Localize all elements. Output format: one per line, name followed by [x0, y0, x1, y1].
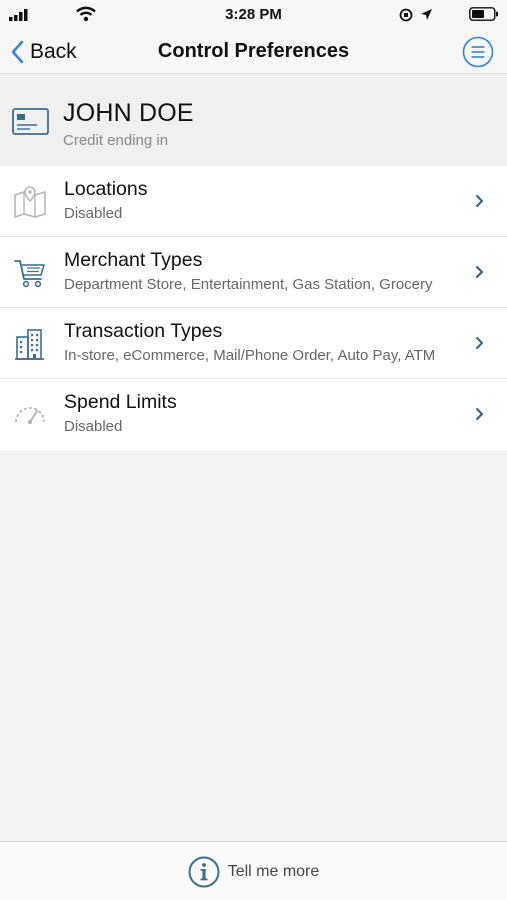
- cardholder-name: JOHN DOE: [63, 99, 194, 127]
- map-icon: [14, 186, 46, 218]
- navigation-bar: Back Control Preferences: [0, 30, 507, 74]
- list-item-locations[interactable]: Locations Disabled: [0, 166, 507, 237]
- list-item-subtitle: In-store, eCommerce, Mail/Phone Order, A…: [64, 347, 436, 364]
- list-item-title: Merchant Types: [64, 249, 203, 271]
- list-item-subtitle: Disabled: [64, 205, 123, 222]
- list-item-title: Spend Limits: [64, 391, 177, 413]
- orientation-lock-icon: [399, 8, 413, 22]
- tell-me-more-button[interactable]: Tell me more: [0, 855, 507, 889]
- cart-icon: [14, 260, 45, 288]
- preferences-list: Locations Disabled Merchant Types Depart…: [0, 166, 507, 450]
- page-title: Control Preferences: [157, 40, 350, 62]
- list-item-spend-limits[interactable]: Spend Limits Disabled: [0, 379, 507, 450]
- credit-card-icon: [12, 108, 49, 135]
- list-item-transaction-types[interactable]: Transaction Types In-store, eCommerce, M…: [0, 308, 507, 379]
- chevron-right-icon: [476, 408, 483, 420]
- status-bar: 3:28 PM: [0, 0, 507, 30]
- footer-bar: Tell me more: [0, 841, 507, 900]
- gauge-icon: [15, 407, 45, 425]
- location-arrow-icon: [421, 9, 432, 20]
- chevron-right-icon: [476, 195, 483, 207]
- menu-icon: [462, 36, 494, 68]
- tell-me-more-label: Tell me more: [227, 863, 320, 880]
- chevron-right-icon: [476, 337, 483, 349]
- list-item-title: Locations: [64, 178, 148, 200]
- list-item-subtitle: Disabled: [64, 418, 123, 435]
- card-header: JOHN DOE Credit ending in: [0, 75, 507, 166]
- card-subtitle: Credit ending in: [63, 132, 169, 149]
- battery-icon: [469, 7, 498, 21]
- menu-button[interactable]: [462, 36, 494, 68]
- list-item-title: Transaction Types: [64, 320, 223, 342]
- list-item-merchant-types[interactable]: Merchant Types Department Store, Enterta…: [0, 237, 507, 308]
- building-icon: [15, 329, 44, 360]
- list-item-subtitle: Department Store, Entertainment, Gas Sta…: [64, 276, 433, 293]
- info-icon: [188, 856, 220, 888]
- chevron-right-icon: [476, 266, 483, 278]
